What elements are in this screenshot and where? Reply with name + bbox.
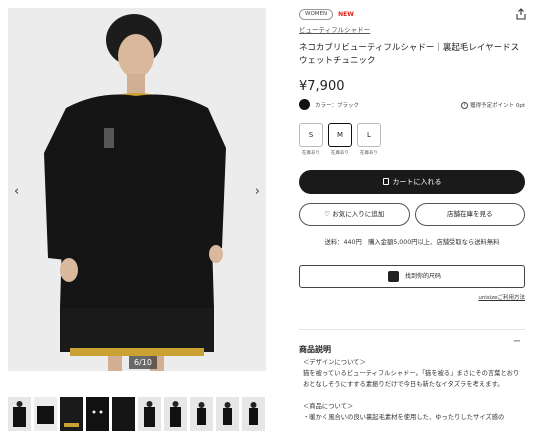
find-size-label: 找到你的尺码 <box>405 273 442 280</box>
add-favorite-button[interactable]: ♡ お気に入りに追加 <box>299 203 410 226</box>
bag-icon <box>382 178 389 185</box>
color-swatch[interactable] <box>299 99 310 110</box>
size-option-m[interactable]: M 在庫あり <box>328 123 352 156</box>
thumbnail-3[interactable] <box>60 397 83 431</box>
points-info: i 獲得予定ポイント 0pt <box>461 101 525 109</box>
add-to-cart-button[interactable]: カートに入れる <box>299 170 525 194</box>
size-label: L <box>357 123 381 147</box>
product-title: ネコカブリビューティフルシャドー｜裏起毛レイヤードスウェットチュニック <box>299 43 520 66</box>
new-badge: NEW <box>338 10 354 18</box>
info-icon[interactable]: i <box>461 102 469 109</box>
color-label: カラー：ブラック <box>315 103 360 109</box>
description-line: ＜デザインについて＞ <box>303 359 366 366</box>
thumbnail-strip <box>8 397 265 431</box>
find-size-button[interactable]: 找到你的尺码 <box>299 265 525 288</box>
thumbnail-9[interactable] <box>216 397 239 431</box>
collapse-icon[interactable]: − <box>513 336 521 347</box>
image-counter: 6/10 <box>129 356 157 369</box>
size-option-s[interactable]: S 在庫あり <box>299 123 323 156</box>
size-label: M <box>328 123 352 147</box>
thumbnail-7[interactable] <box>164 397 187 431</box>
color-row: カラー：ブラック i 獲得予定ポイント 0pt <box>299 99 525 111</box>
size-selector: S 在庫あり M 在庫あり L 在庫あり <box>299 123 381 156</box>
favorite-label: お気に入りに追加 <box>332 210 385 218</box>
description-header[interactable]: 商品説明 − <box>299 336 525 354</box>
secondary-actions: ♡ お気に入りに追加 店舗在庫を見る <box>299 203 525 226</box>
thumbnail-2[interactable] <box>34 397 57 431</box>
size-stock: 在庫あり <box>331 151 349 156</box>
thumbnail-4[interactable] <box>86 397 109 431</box>
women-badge: WOMEN <box>299 8 334 20</box>
brand-link[interactable]: ビューティフルシャドー <box>299 24 525 34</box>
store-stock-button[interactable]: 店舗在庫を見る <box>414 203 525 226</box>
product-photo <box>8 8 266 371</box>
description-line: ・暖かく風合いの良い裏起毛素材を使用した、ゆったりしたサイズ感の <box>303 414 505 421</box>
thumbnail-6[interactable] <box>138 397 161 431</box>
description-line: ＜商品について＞ <box>303 403 354 410</box>
thumbnail-8[interactable] <box>190 397 213 431</box>
next-image-arrow[interactable]: › <box>255 184 260 199</box>
add-to-cart-label: カートに入れる <box>392 178 442 186</box>
badge-row: WOMEN NEW <box>299 8 525 20</box>
section-divider <box>299 329 525 330</box>
description-heading: 商品説明 <box>299 345 331 354</box>
size-stock: 在庫あり <box>360 151 378 156</box>
product-image-gallery[interactable]: ‹ › 6/10 <box>8 8 266 371</box>
thumbnail-1[interactable] <box>8 397 31 431</box>
thumbnail-10[interactable] <box>242 397 265 431</box>
unisize-logo-icon <box>388 271 399 282</box>
size-stock: 在庫あり <box>302 151 320 156</box>
description-line: おとなしそうにすする素振りだけで今日も新たなイタズラを考えます。 <box>303 381 504 388</box>
size-label: S <box>299 123 323 147</box>
size-option-l[interactable]: L 在庫あり <box>357 123 381 156</box>
points-text: 獲得予定ポイント 0pt <box>470 103 525 109</box>
description-body: ＜デザインについて＞ 猫を被っているビューティフルシャドー。「猫を被る」まさにそ… <box>303 357 523 423</box>
previous-image-arrow[interactable]: ‹ <box>14 184 19 199</box>
product-price: ¥7,900 <box>299 79 345 94</box>
thumbnail-5[interactable] <box>112 397 135 431</box>
product-info: WOMEN NEW ビューティフルシャドー ネコカブリビューティフルシャドー｜裏… <box>299 8 525 94</box>
description-line: 猫を被っているビューティフルシャドー。「猫を被る」まさにその言葉とおり <box>303 370 520 377</box>
size-guide-link[interactable]: unisizeご利用方法 <box>478 293 525 301</box>
shipping-info: 送料：440円 購入金額5,000円以上、店舗受取なら送料無料 <box>324 239 500 246</box>
